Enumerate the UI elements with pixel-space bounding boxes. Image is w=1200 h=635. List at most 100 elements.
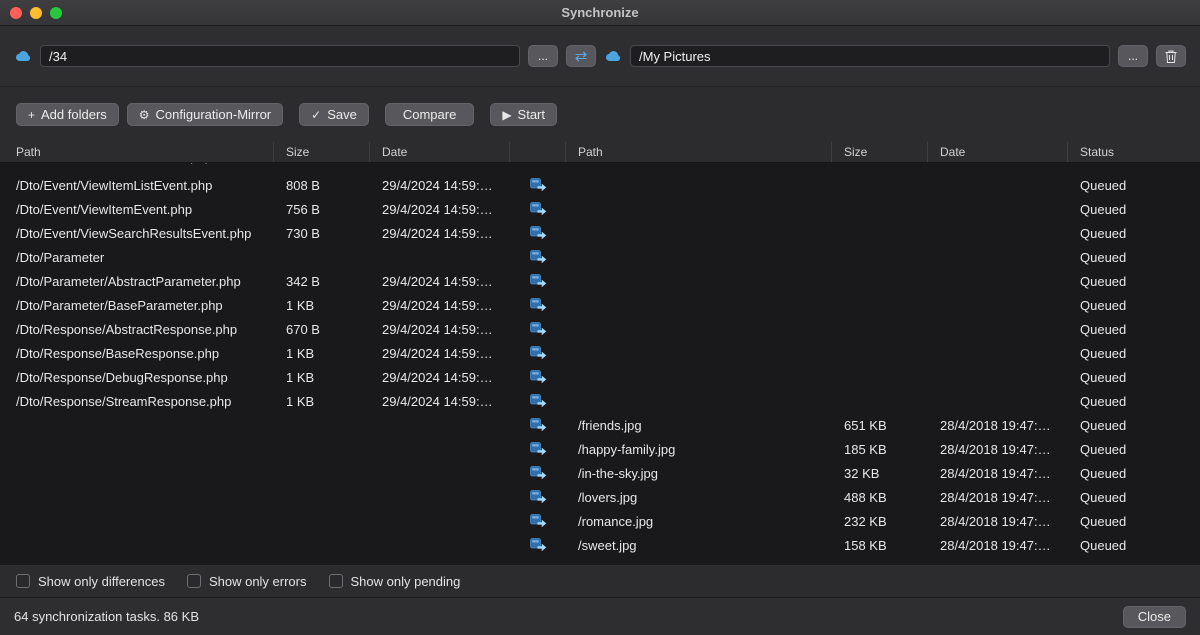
sync-icon-cell [510,322,566,336]
titlebar: Synchronize [0,0,1200,26]
sync-icon-cell [510,250,566,264]
left-cloud-icon [14,50,32,62]
close-window-button[interactable] [10,7,22,19]
sync-direction-icon [530,178,547,192]
left-path-cell: /Dto/Parameter/AbstractParameter.php [0,274,274,289]
sync-direction-icon [530,322,547,336]
table-row[interactable]: /sweet.jpg 158 KB 28/4/2018 19:47:… Queu… [0,533,1200,557]
statusbar: 64 synchronization tasks. 86 KB Close [0,597,1200,635]
show-only-errors-checkbox[interactable] [187,574,201,588]
show-only-differences-checkbox[interactable] [16,574,30,588]
sync-icon-cell [510,490,566,504]
table-row[interactable]: /Dto/Response/DebugResponse.php 1 KB 29/… [0,365,1200,389]
left-date-cell: 29/4/2024 14:59:… [370,226,510,241]
column-header-right-path[interactable]: Path [566,142,832,162]
column-header-left-path[interactable]: Path [0,142,274,162]
left-path-cell: /Dto/Response/DebugResponse.php [0,370,274,385]
sync-direction-icon [530,202,547,216]
left-path-cell: /Dto/Response/BaseResponse.php [0,346,274,361]
table-row[interactable]: /Dto/Parameter/AbstractParameter.php 342… [0,269,1200,293]
save-button[interactable]: ✓ Save [299,103,369,126]
show-only-pending-checkbox[interactable] [329,574,343,588]
left-path-cell: /Dto/Response/AbstractResponse.php [0,322,274,337]
table-row[interactable]: /Dto/Event/SearchItemsEvent.php [0,163,1200,173]
traffic-lights [10,0,62,25]
table-row[interactable]: /Dto/Parameter Queued [0,245,1200,269]
trash-icon [1165,50,1177,63]
column-header-right-size[interactable]: Size [832,142,928,162]
status-cell: Queued [1068,298,1200,313]
column-header-direction[interactable] [510,142,566,162]
play-icon: ▶ [502,109,511,121]
show-only-errors-label: Show only errors [209,574,307,589]
table-row[interactable]: /lovers.jpg 488 KB 28/4/2018 19:47:… Que… [0,485,1200,509]
column-header-right-date[interactable]: Date [928,142,1068,162]
sync-direction-icon [530,442,547,456]
table-header: Path Size Date Path Size Date Status [0,142,1200,163]
table-row[interactable]: /Dto/Event/ViewItemEvent.php 756 B 29/4/… [0,197,1200,221]
status-cell: Queued [1068,346,1200,361]
right-path-input[interactable] [630,45,1110,67]
sync-icon-cell [510,178,566,192]
left-size-cell: 1 KB [274,370,370,385]
synchronize-window: Synchronize ... ⇄ ... + Add folders ⚙ Co… [0,0,1200,635]
table-row[interactable]: /in-the-sky.jpg 32 KB 28/4/2018 19:47:… … [0,461,1200,485]
ellipsis-icon: ... [1128,49,1138,63]
add-folders-button[interactable]: + Add folders [16,103,119,126]
start-button[interactable]: ▶ Start [490,103,557,126]
right-size-cell: 488 KB [832,490,928,505]
sync-direction-icon [530,394,547,408]
zoom-window-button[interactable] [50,7,62,19]
table-row[interactable]: /happy-family.jpg 185 KB 28/4/2018 19:47… [0,437,1200,461]
table-row[interactable]: /romance.jpg 232 KB 28/4/2018 19:47:… Qu… [0,509,1200,533]
sync-direction-icon [530,490,547,504]
filter-show-only-pending[interactable]: Show only pending [329,574,461,589]
sync-icon-cell [510,226,566,240]
table-row[interactable]: /Dto/Event/ViewSearchResultsEvent.php 73… [0,221,1200,245]
left-date-cell: 29/4/2024 14:59:… [370,274,510,289]
column-header-left-size[interactable]: Size [274,142,370,162]
table-row[interactable]: /Dto/Response/StreamResponse.php 1 KB 29… [0,389,1200,413]
left-browse-button[interactable]: ... [528,45,558,67]
configuration-button[interactable]: ⚙ Configuration-Mirror [127,103,283,126]
sync-icon-cell [510,466,566,480]
left-path-cell: /Dto/Event/SearchItemsEvent.php [0,163,274,164]
table-row[interactable]: /friends.jpg 651 KB 28/4/2018 19:47:… Qu… [0,413,1200,437]
table-row[interactable]: /Dto/Response/AbstractResponse.php 670 B… [0,317,1200,341]
filter-show-only-differences[interactable]: Show only differences [16,574,165,589]
status-cell: Queued [1068,250,1200,265]
status-cell: Queued [1068,442,1200,457]
remove-pair-button[interactable] [1156,45,1186,67]
status-cell: Queued [1068,394,1200,409]
left-size-cell: 342 B [274,274,370,289]
sync-direction-icon [530,250,547,264]
gear-icon: ⚙ [139,109,150,121]
table-row[interactable]: /Dto/Response/BaseResponse.php 1 KB 29/4… [0,341,1200,365]
close-button[interactable]: Close [1123,606,1186,628]
right-path-cell: /romance.jpg [566,514,832,529]
status-cell: Queued [1068,178,1200,193]
right-path-cell: /in-the-sky.jpg [566,466,832,481]
tasks-summary: 64 synchronization tasks. 86 KB [14,609,199,624]
left-size-cell: 1 KB [274,298,370,313]
right-browse-button[interactable]: ... [1118,45,1148,67]
column-header-status[interactable]: Status [1068,142,1200,162]
configuration-label: Configuration-Mirror [156,107,272,122]
compare-label: Compare [403,107,456,122]
swap-directions-button[interactable]: ⇄ [566,45,596,67]
left-path-cell: /Dto/Response/StreamResponse.php [0,394,274,409]
table-row[interactable]: /Dto/Parameter/BaseParameter.php 1 KB 29… [0,293,1200,317]
column-header-left-date[interactable]: Date [370,142,510,162]
left-date-cell: 29/4/2024 14:59:… [370,394,510,409]
sync-direction-icon [530,418,547,432]
table-row[interactable]: /Dto/Event/ViewItemListEvent.php 808 B 2… [0,173,1200,197]
compare-button[interactable]: Compare [385,103,474,126]
right-date-cell: 28/4/2018 19:47:… [928,442,1068,457]
filter-show-only-errors[interactable]: Show only errors [187,574,307,589]
paths-row: ... ⇄ ... [0,26,1200,87]
sync-icon-cell [510,202,566,216]
left-path-input[interactable] [40,45,520,67]
minimize-window-button[interactable] [30,7,42,19]
sync-icon-cell [510,394,566,408]
left-path-cell: /Dto/Parameter/BaseParameter.php [0,298,274,313]
